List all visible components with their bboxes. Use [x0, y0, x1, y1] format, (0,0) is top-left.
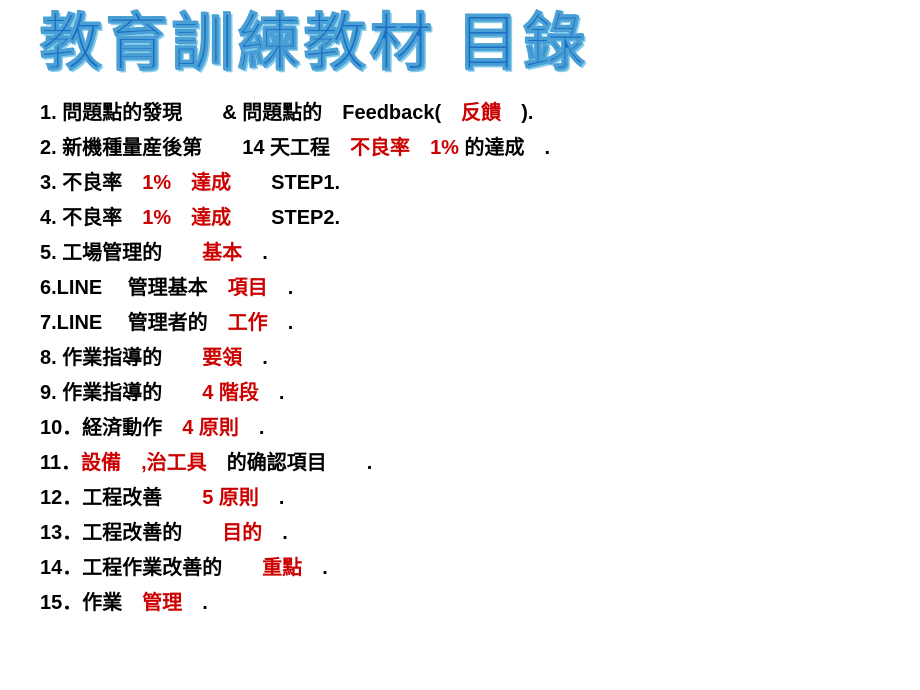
- list-item: 6.LINE 管理基本 項目 .: [40, 271, 890, 306]
- list-item: 1. 問題點的發現 & 問題點的 Feedback( 反饋 ).: [40, 96, 890, 131]
- list-item: 10．経済動作 4 原則 .: [40, 411, 890, 446]
- list-item: 12．工程改善 5 原則 .: [40, 481, 890, 516]
- list-item: 8. 作業指導的 要領 .: [40, 341, 890, 376]
- list-item: 4. 不良率 1% 達成 STEP2.: [40, 201, 890, 236]
- list-item: 9. 作業指導的 4 階段 .: [40, 376, 890, 411]
- list-item: 14．工程作業改善的 重點 .: [40, 551, 890, 586]
- page: 教育訓練教材 目錄 1. 問題點的發現 & 問題點的 Feedback( 反饋 …: [0, 0, 920, 690]
- list-item: 7.LINE 管理者的 工作 .: [40, 306, 890, 341]
- list-item: 13．工程改善的 目的 .: [40, 516, 890, 551]
- list-item: 11．設備 ,治工具 的确認項目 .: [40, 446, 890, 481]
- toc-list: 1. 問題點的發現 & 問題點的 Feedback( 反饋 ).2. 新機種量産…: [30, 96, 890, 621]
- list-item: 3. 不良率 1% 達成 STEP1.: [40, 166, 890, 201]
- page-title: 教育訓練教材 目錄: [40, 10, 890, 78]
- list-item: 5. 工場管理的 基本 .: [40, 236, 890, 271]
- list-item: 15．作業 管理 .: [40, 586, 890, 621]
- list-item: 2. 新機種量産後第 14 天工程 不良率 1% 的達成 .: [40, 131, 890, 166]
